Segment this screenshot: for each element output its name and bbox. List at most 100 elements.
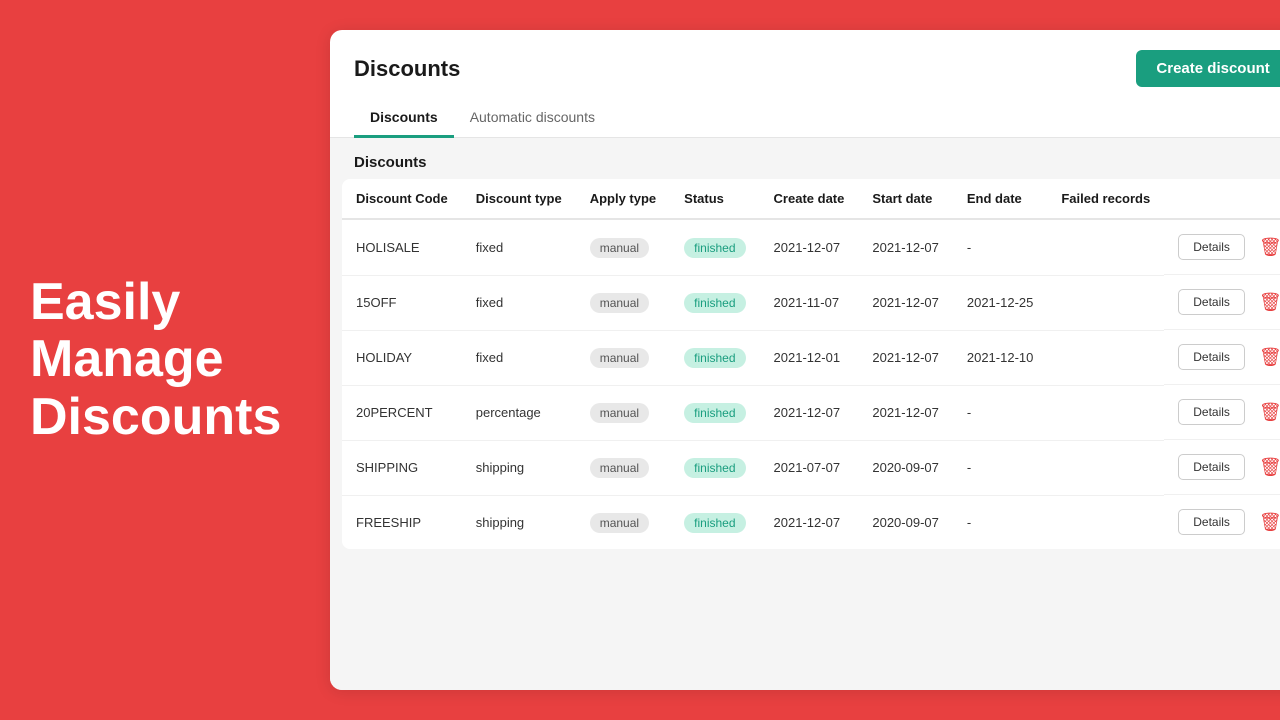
cell-code: 15OFF bbox=[342, 275, 462, 330]
col-discount-type: Discount type bbox=[462, 179, 576, 219]
cell-end-date: - bbox=[953, 385, 1048, 440]
cell-status: finished bbox=[670, 495, 759, 549]
apply-badge: manual bbox=[590, 238, 649, 258]
cell-apply: manual bbox=[576, 385, 670, 440]
cell-code: SHIPPING bbox=[342, 440, 462, 495]
col-end-date: End date bbox=[953, 179, 1048, 219]
cell-create-date: 2021-12-07 bbox=[760, 219, 859, 275]
cell-end-date: - bbox=[953, 440, 1048, 495]
cell-status: finished bbox=[670, 330, 759, 385]
cell-create-date: 2021-12-07 bbox=[760, 495, 859, 549]
delete-button[interactable]: 🗑 bbox=[1253, 290, 1280, 315]
cell-actions: Details 🗑 bbox=[1164, 330, 1280, 385]
cell-apply: manual bbox=[576, 275, 670, 330]
delete-button[interactable]: 🗑 bbox=[1253, 510, 1280, 535]
cell-code: HOLISALE bbox=[342, 219, 462, 275]
table-heading: Discounts bbox=[330, 138, 1280, 179]
cell-code: 20PERCENT bbox=[342, 385, 462, 440]
apply-badge: manual bbox=[590, 293, 649, 313]
cell-status: finished bbox=[670, 440, 759, 495]
details-button[interactable]: Details bbox=[1178, 509, 1245, 535]
status-badge: finished bbox=[684, 348, 745, 368]
cell-end-date: - bbox=[953, 495, 1048, 549]
cell-failed-records bbox=[1047, 495, 1164, 549]
cell-code: FREESHIP bbox=[342, 495, 462, 549]
status-badge: finished bbox=[684, 293, 745, 313]
delete-button[interactable]: 🗑 bbox=[1253, 235, 1280, 260]
cell-actions: Details 🗑 bbox=[1164, 440, 1280, 495]
col-discount-code: Discount Code bbox=[342, 179, 462, 219]
col-actions bbox=[1164, 179, 1280, 219]
status-badge: finished bbox=[684, 513, 745, 533]
page-title: Discounts bbox=[354, 56, 460, 82]
table-row: 15OFF fixed manual finished 2021-11-07 2… bbox=[342, 275, 1280, 330]
cell-failed-records bbox=[1047, 440, 1164, 495]
cell-type: shipping bbox=[462, 440, 576, 495]
card-header: Discounts Create discount bbox=[330, 30, 1280, 87]
details-button[interactable]: Details bbox=[1178, 234, 1245, 260]
cell-apply: manual bbox=[576, 440, 670, 495]
cell-status: finished bbox=[670, 275, 759, 330]
cell-type: percentage bbox=[462, 385, 576, 440]
cell-apply: manual bbox=[576, 495, 670, 549]
col-create-date: Create date bbox=[760, 179, 859, 219]
cell-create-date: 2021-07-07 bbox=[760, 440, 859, 495]
details-button[interactable]: Details bbox=[1178, 344, 1245, 370]
cell-start-date: 2021-12-07 bbox=[858, 385, 953, 440]
discounts-table: Discount Code Discount type Apply type S… bbox=[342, 179, 1280, 549]
status-badge: finished bbox=[684, 238, 745, 258]
tab-automatic-discounts[interactable]: Automatic discounts bbox=[454, 99, 611, 138]
cell-type: fixed bbox=[462, 219, 576, 275]
details-button[interactable]: Details bbox=[1178, 289, 1245, 315]
details-button[interactable]: Details bbox=[1178, 454, 1245, 480]
tabs-bar: Discounts Automatic discounts bbox=[330, 99, 1280, 138]
apply-badge: manual bbox=[590, 458, 649, 478]
delete-button[interactable]: 🗑 bbox=[1253, 455, 1280, 480]
table-row: HOLIDAY fixed manual finished 2021-12-01… bbox=[342, 330, 1280, 385]
cell-type: fixed bbox=[462, 275, 576, 330]
create-discount-button[interactable]: Create discount bbox=[1136, 50, 1280, 87]
cell-failed-records bbox=[1047, 385, 1164, 440]
cell-actions: Details 🗑 bbox=[1164, 220, 1280, 275]
cell-end-date: - bbox=[953, 219, 1048, 275]
cell-start-date: 2021-12-07 bbox=[858, 330, 953, 385]
tab-discounts[interactable]: Discounts bbox=[354, 99, 454, 138]
table-section: Discounts Discount Code Discount type Ap… bbox=[330, 138, 1280, 690]
apply-badge: manual bbox=[590, 348, 649, 368]
cell-start-date: 2020-09-07 bbox=[858, 495, 953, 549]
table-row: SHIPPING shipping manual finished 2021-0… bbox=[342, 440, 1280, 495]
cell-actions: Details 🗑 bbox=[1164, 385, 1280, 440]
cell-failed-records bbox=[1047, 330, 1164, 385]
status-badge: finished bbox=[684, 458, 745, 478]
table-header-row: Discount Code Discount type Apply type S… bbox=[342, 179, 1280, 219]
cell-status: finished bbox=[670, 219, 759, 275]
cell-type: fixed bbox=[462, 330, 576, 385]
cell-start-date: 2021-12-07 bbox=[858, 219, 953, 275]
cell-actions: Details 🗑 bbox=[1164, 275, 1280, 330]
hero-title: EasilyManageDiscounts bbox=[30, 274, 281, 446]
apply-badge: manual bbox=[590, 403, 649, 423]
cell-create-date: 2021-12-07 bbox=[760, 385, 859, 440]
cell-actions: Details 🗑 bbox=[1164, 495, 1280, 549]
table-row: 20PERCENT percentage manual finished 202… bbox=[342, 385, 1280, 440]
details-button[interactable]: Details bbox=[1178, 399, 1245, 425]
table-row: FREESHIP shipping manual finished 2021-1… bbox=[342, 495, 1280, 549]
delete-button[interactable]: 🗑 bbox=[1253, 400, 1280, 425]
cell-failed-records bbox=[1047, 275, 1164, 330]
cell-apply: manual bbox=[576, 330, 670, 385]
cell-start-date: 2021-12-07 bbox=[858, 275, 953, 330]
col-start-date: Start date bbox=[858, 179, 953, 219]
cell-code: HOLIDAY bbox=[342, 330, 462, 385]
cell-type: shipping bbox=[462, 495, 576, 549]
delete-button[interactable]: 🗑 bbox=[1253, 345, 1280, 370]
main-card: Discounts Create discount Discounts Auto… bbox=[330, 30, 1280, 690]
col-apply-type: Apply type bbox=[576, 179, 670, 219]
cell-end-date: 2021-12-10 bbox=[953, 330, 1048, 385]
col-failed-records: Failed records bbox=[1047, 179, 1164, 219]
table-row: HOLISALE fixed manual finished 2021-12-0… bbox=[342, 219, 1280, 275]
cell-start-date: 2020-09-07 bbox=[858, 440, 953, 495]
cell-failed-records bbox=[1047, 219, 1164, 275]
right-panel: Discounts Create discount Discounts Auto… bbox=[310, 0, 1280, 720]
cell-end-date: 2021-12-25 bbox=[953, 275, 1048, 330]
table-wrapper[interactable]: Discount Code Discount type Apply type S… bbox=[330, 179, 1280, 690]
